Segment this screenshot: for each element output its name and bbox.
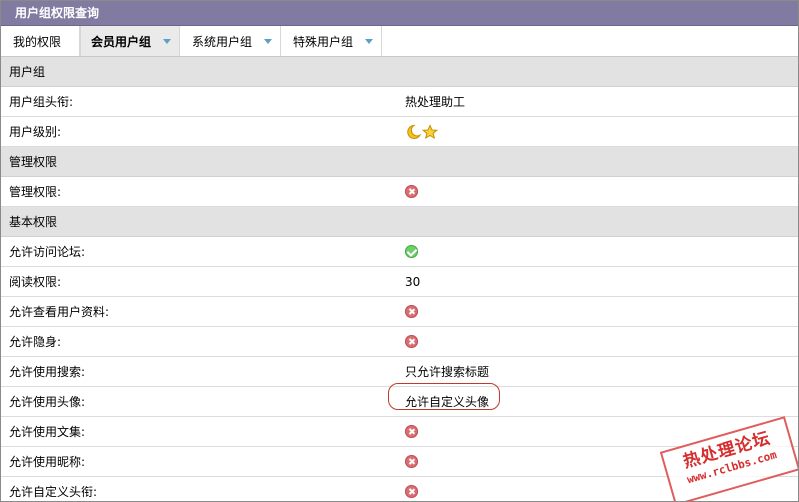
- table-row-invisible: 允许隐身:: [1, 327, 798, 357]
- tab-label: 会员用户组: [91, 34, 152, 49]
- permission-table: 用户组 用户组头衔: 热处理助工 用户级别: 管理权限 管理权限: 基本权限 允…: [1, 57, 798, 501]
- table-row-collection: 允许使用文集:: [1, 417, 798, 447]
- chevron-down-icon[interactable]: [365, 38, 374, 44]
- row-key: 允许使用昵称:: [9, 455, 86, 469]
- chevron-down-icon[interactable]: [264, 38, 273, 44]
- row-key: 阅读权限:: [9, 275, 62, 289]
- row-key: 允许隐身:: [9, 335, 62, 349]
- section-title: 管理权限: [9, 155, 58, 169]
- table-row-access-forum: 允许访问论坛:: [1, 237, 798, 267]
- table-row-group-title: 用户组头衔: 热处理助工: [1, 87, 798, 117]
- section-row-user-group: 用户组: [1, 57, 798, 87]
- row-value: 热处理助工: [405, 95, 466, 109]
- row-key: 允许使用搜索:: [9, 365, 86, 379]
- table-row-avatar: 允许使用头像: 允许自定义头像: [1, 387, 798, 417]
- tab-special-groups[interactable]: 特殊用户组: [281, 26, 383, 56]
- deny-icon: [405, 485, 418, 498]
- row-key: 允许查看用户资料:: [9, 305, 110, 319]
- level-moon-star-icon: [405, 123, 439, 140]
- panel-title: 用户组权限查询: [1, 1, 798, 26]
- row-value: 只允许搜索标题: [405, 365, 490, 379]
- deny-icon: [405, 455, 418, 468]
- tab-system-groups[interactable]: 系统用户组: [180, 26, 282, 56]
- table-row-admin-permission: 管理权限:: [1, 177, 798, 207]
- row-key: 允许使用文集:: [9, 425, 86, 439]
- deny-icon: [405, 305, 418, 318]
- row-key: 允许访问论坛:: [9, 245, 86, 259]
- row-value: 30: [405, 274, 421, 289]
- table-row-read-permission: 阅读权限: 30: [1, 267, 798, 297]
- row-value: 允许自定义头像: [405, 395, 490, 409]
- tab-label: 我的权限: [13, 34, 62, 49]
- group-tabs: 我的权限 会员用户组 系统用户组 特殊用户组: [1, 26, 798, 57]
- tab-member-groups[interactable]: 会员用户组: [80, 26, 181, 56]
- row-key: 用户级别:: [9, 125, 62, 139]
- deny-icon: [405, 335, 418, 348]
- row-key: 允许自定义头衔:: [9, 485, 98, 499]
- deny-icon: [405, 185, 418, 198]
- section-title: 用户组: [9, 65, 46, 79]
- section-row-admin: 管理权限: [1, 147, 798, 177]
- allow-check-icon: [405, 245, 418, 258]
- section-title: 基本权限: [9, 215, 58, 229]
- row-key: 允许使用头像:: [9, 395, 86, 409]
- tab-label: 特殊用户组: [293, 34, 354, 49]
- table-row-user-level: 用户级别:: [1, 117, 798, 147]
- tab-my-permissions[interactable]: 我的权限: [1, 26, 81, 56]
- tab-label: 系统用户组: [192, 34, 253, 49]
- permission-query-panel: 用户组权限查询 我的权限 会员用户组 系统用户组 特殊用户组 用户组 用户组头衔…: [0, 0, 799, 502]
- section-row-basic: 基本权限: [1, 207, 798, 237]
- table-row-search: 允许使用搜索: 只允许搜索标题: [1, 357, 798, 387]
- chevron-down-icon[interactable]: [163, 38, 172, 44]
- deny-icon: [405, 425, 418, 438]
- row-key: 用户组头衔:: [9, 95, 74, 109]
- row-key: 管理权限:: [9, 185, 62, 199]
- table-row-view-profile: 允许查看用户资料:: [1, 297, 798, 327]
